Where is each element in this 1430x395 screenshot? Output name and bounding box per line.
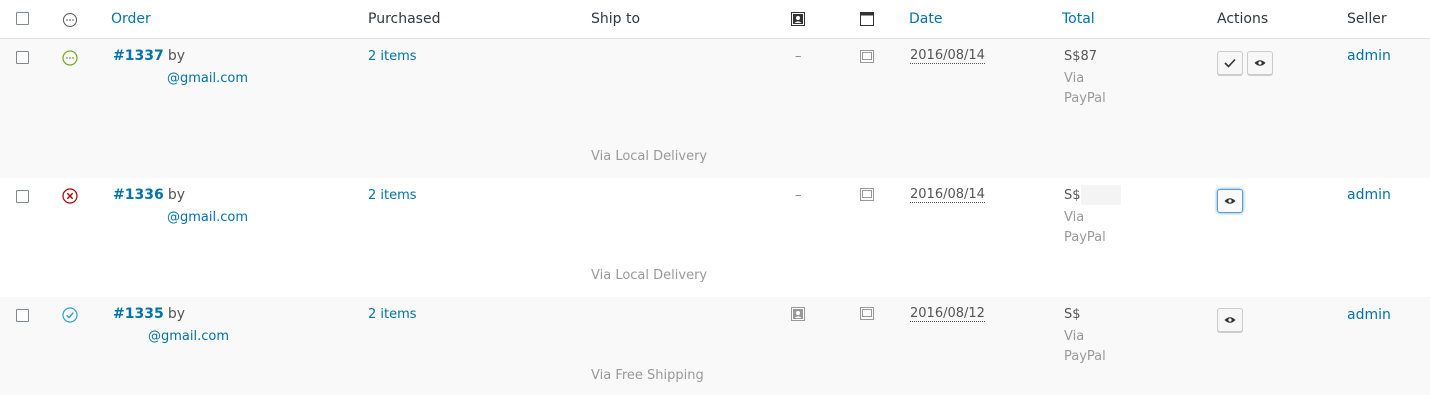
table-row: #1336 by @gmail.com 2 items Via Local De…: [0, 178, 1430, 297]
payment-via-label: Via: [1064, 329, 1085, 344]
status-processing-icon: [62, 50, 78, 66]
table-row: #1337 by @gmail.com 2 items Via Local De…: [0, 39, 1430, 178]
status-cancelled-icon: [62, 188, 78, 204]
purchased-items-link[interactable]: 2 items: [368, 49, 417, 64]
order-by-label: by: [167, 306, 186, 322]
shipping-method: Via Local Delivery: [591, 149, 708, 164]
column-seller: Seller: [1347, 11, 1387, 27]
payment-via-label: Via: [1064, 210, 1085, 225]
order-by-label: by: [167, 187, 186, 203]
order-total: S$: [1064, 188, 1081, 203]
row-checkbox[interactable]: [16, 190, 29, 203]
eye-icon: [1224, 198, 1236, 204]
order-notes-icon[interactable]: [860, 307, 874, 320]
eye-icon: [1224, 317, 1236, 323]
customer-email-link[interactable]: @gmail.com: [167, 210, 248, 225]
view-order-button[interactable]: [1247, 51, 1273, 75]
complete-order-button[interactable]: [1217, 51, 1243, 75]
table-header: Order Purchased Ship to Date Total Actio…: [0, 0, 1430, 39]
redacted-amount: [1081, 185, 1121, 205]
view-order-button[interactable]: [1217, 189, 1243, 213]
order-title: #1336 by: [113, 187, 185, 203]
column-ship-to: Ship to: [591, 11, 641, 27]
row-checkbox[interactable]: [16, 309, 29, 322]
payment-method: PayPal: [1064, 349, 1106, 364]
column-date[interactable]: Date: [909, 11, 942, 27]
shipping-method: Via Local Delivery: [591, 268, 708, 283]
order-date: 2016/08/14: [910, 48, 985, 64]
order-title: #1337 by: [113, 48, 185, 64]
payment-method: PayPal: [1064, 230, 1106, 245]
order-by-label: by: [167, 48, 186, 64]
seller-link[interactable]: admin: [1347, 187, 1391, 203]
order-notes-icon[interactable]: [860, 50, 874, 63]
notes-window-icon: [860, 12, 874, 26]
billing-address-icon[interactable]: [791, 307, 805, 321]
payment-method: PayPal: [1064, 91, 1106, 106]
status-completed-icon: [62, 307, 78, 323]
order-number-link[interactable]: #1337: [113, 48, 164, 64]
shipping-method: Via Free Shipping: [591, 368, 704, 383]
customer-email-link[interactable]: @gmail.com: [167, 71, 248, 86]
checkmark-icon: [1224, 58, 1236, 68]
purchased-items-link[interactable]: 2 items: [368, 188, 417, 203]
row-checkbox[interactable]: [16, 51, 29, 64]
column-actions: Actions: [1217, 11, 1269, 27]
order-title: #1335 by: [113, 306, 185, 322]
order-number-link[interactable]: #1336: [113, 187, 164, 203]
order-total: S$: [1064, 307, 1081, 322]
order-total: S$87: [1064, 49, 1098, 64]
order-number-link[interactable]: #1335: [113, 306, 164, 322]
billing-address: –: [795, 188, 802, 203]
payment-via-label: Via: [1064, 71, 1085, 86]
seller-link[interactable]: admin: [1347, 307, 1391, 323]
column-order[interactable]: Order: [111, 11, 151, 27]
table-row: #1335 by @gmail.com 2 items Via Free Shi…: [0, 297, 1430, 395]
seller-link[interactable]: admin: [1347, 48, 1391, 64]
orders-table: Order Purchased Ship to Date Total Actio…: [0, 0, 1430, 395]
eye-icon: [1254, 60, 1266, 66]
column-purchased: Purchased: [368, 11, 441, 27]
view-order-button[interactable]: [1217, 308, 1243, 332]
column-total[interactable]: Total: [1062, 11, 1095, 27]
order-notes-icon[interactable]: [860, 188, 874, 201]
purchased-items-link[interactable]: 2 items: [368, 307, 417, 322]
order-date: 2016/08/14: [910, 187, 985, 203]
select-all-checkbox[interactable]: [16, 12, 29, 25]
customer-email-link[interactable]: @gmail.com: [148, 329, 229, 344]
billing-address-icon: [791, 12, 805, 26]
billing-address: –: [795, 49, 802, 64]
status-ellipsis-icon: [63, 13, 77, 27]
order-date: 2016/08/12: [910, 306, 985, 322]
